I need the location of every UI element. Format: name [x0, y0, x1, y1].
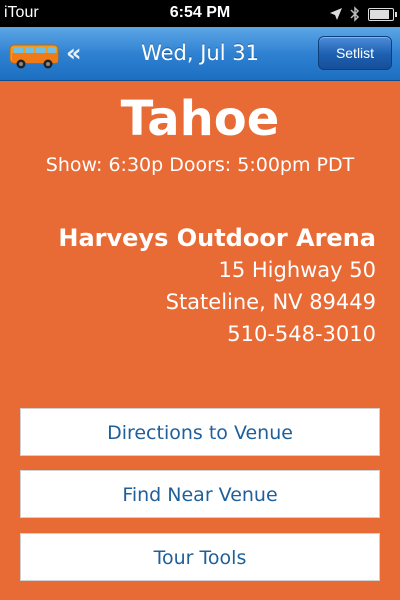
status-bar: iTour 6:54 PM: [0, 0, 400, 27]
status-icons: [330, 5, 397, 23]
venue-phone[interactable]: 510-548-3010: [58, 318, 376, 350]
venue-address-line2: Stateline, NV 89449: [165, 290, 376, 314]
navigation-bar: « Wed, Jul 31 Setlist: [0, 27, 400, 81]
tour-tools-button[interactable]: Tour Tools: [20, 533, 380, 581]
venue-info: Harveys Outdoor Arena 15 Highway 50 Stat…: [58, 222, 376, 350]
battery-icon: [368, 7, 397, 21]
show-times: Show: 6:30p Doors: 5:00pm PDT: [45, 154, 355, 176]
venue-name: Harveys Outdoor Arena: [58, 224, 376, 252]
setlist-button[interactable]: Setlist: [318, 36, 392, 70]
find-near-venue-button[interactable]: Find Near Venue: [20, 470, 380, 518]
double-chevron-left-icon[interactable]: «: [66, 39, 82, 67]
show-city: Tahoe: [120, 91, 280, 147]
bluetooth-icon: [350, 6, 360, 22]
location-arrow-icon: [330, 8, 342, 20]
venue-address-line1: 15 Highway 50: [218, 258, 376, 282]
nav-title: Wed, Jul 31: [141, 41, 259, 65]
van-icon[interactable]: [8, 41, 62, 71]
battery-level: [370, 9, 389, 19]
directions-to-venue-button[interactable]: Directions to Venue: [20, 408, 380, 456]
